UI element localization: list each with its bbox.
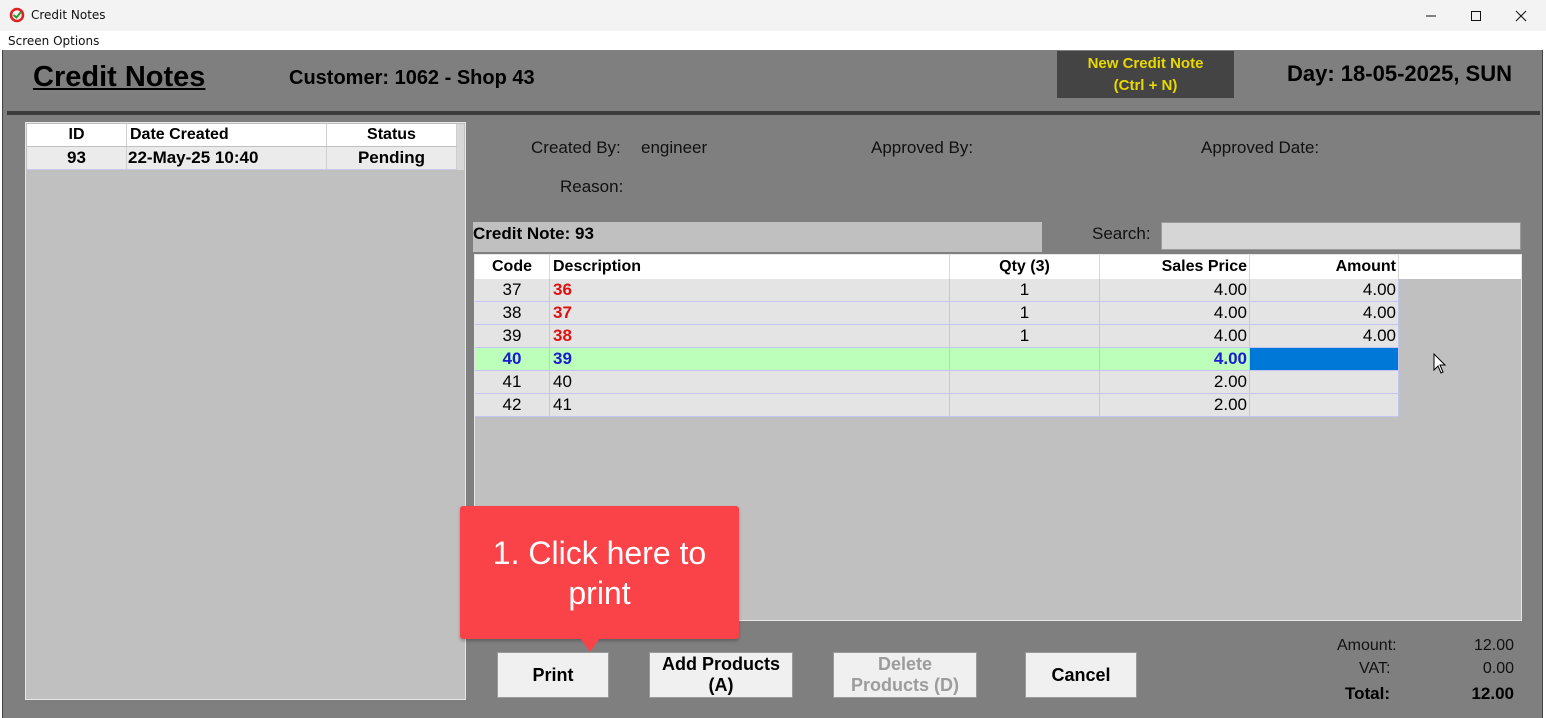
cell-qty[interactable] [950,371,1100,393]
cell-qty[interactable] [950,348,1100,370]
cell-description: 37 [550,302,950,324]
cell-description: 38 [550,325,950,347]
window-title: Credit Notes [31,8,106,22]
created-by-label: Created By: [531,138,621,157]
col-sales-price: Sales Price [1100,255,1250,279]
new-credit-note-label-2: (Ctrl + N) [1113,76,1178,94]
approved-by-label: Approved By: [871,138,974,157]
cell-sales-price: 2.00 [1100,371,1250,393]
list-cell-date: 22-May-25 10:40 [127,147,327,169]
list-header: ID Date Created Status [27,124,457,146]
cell-sales-price: 4.00 [1100,348,1250,370]
delete-products-label-2: Products (D) [851,675,959,695]
cell-qty[interactable]: 1 [950,302,1100,324]
col-code: Code [475,255,550,279]
col-qty: Qty (3) [950,255,1100,279]
cell-amount: 4.00 [1250,279,1399,301]
reason-label: Reason: [560,177,624,196]
cell-description: 41 [550,394,950,416]
cell-amount: 4.00 [1250,302,1399,324]
add-products-button[interactable]: Add Products (A) [649,652,793,698]
delete-products-button[interactable]: Delete Products (D) [833,652,977,698]
search-input[interactable] [1161,222,1521,250]
list-col-status: Status [327,124,457,146]
credit-note-bar: Credit Note: 93 [473,222,1042,252]
list-scrollbar[interactable] [457,124,464,170]
created-by-value: engineer [641,138,708,157]
table-row[interactable]: 39 38 1 4.00 4.00 [475,325,1399,348]
cancel-button[interactable]: Cancel [1025,652,1137,698]
table-row[interactable]: 37 36 1 4.00 4.00 [475,279,1399,302]
cell-sales-price: 4.00 [1100,325,1250,347]
table-row[interactable]: 38 37 1 4.00 4.00 [475,302,1399,325]
mouse-cursor-icon [1433,352,1447,380]
cell-description: 39 [550,348,950,370]
callout-line-2: print [568,574,631,611]
add-products-label-2: (A) [708,675,734,695]
cell-code: 40 [475,348,550,370]
list-cell-status: Pending [327,147,457,169]
cell-description: 40 [550,371,950,393]
vat-value: 0.00 [1482,660,1514,677]
add-products-label-1: Add Products [661,654,780,674]
cell-amount [1250,394,1399,416]
menu-bar [0,31,1546,50]
maximize-button[interactable] [1453,0,1499,31]
callout-pointer [580,638,600,652]
amount-total-value: 12.00 [1473,637,1514,654]
new-credit-note-label-1: New Credit Note [1087,54,1204,72]
print-button[interactable]: Print [497,652,609,698]
print-button-label: Print [532,664,574,685]
cell-code: 37 [475,279,550,301]
list-row[interactable]: 93 22-May-25 10:40 Pending [27,147,457,170]
cell-code: 41 [475,371,550,393]
cancel-button-label: Cancel [1051,664,1111,685]
cell-code: 42 [475,394,550,416]
cell-code: 38 [475,302,550,324]
col-description: Description [550,255,950,279]
cell-sales-price: 4.00 [1100,279,1250,301]
cell-qty[interactable]: 1 [950,279,1100,301]
table-row[interactable]: 42 41 2.00 [475,394,1399,417]
approved-date-label: Approved Date: [1201,138,1320,157]
minimize-button[interactable] [1408,0,1454,31]
credit-note-label: Credit Note: 93 [473,224,594,243]
vat-label: VAT: [1359,660,1391,677]
search-label: Search: [1092,224,1151,243]
delete-products-label-1: Delete [877,654,933,674]
grand-total-label: Total: [1345,684,1391,703]
list-cell-id: 93 [27,147,127,169]
cell-qty[interactable]: 1 [950,325,1100,347]
cell-qty[interactable] [950,394,1100,416]
callout-line-1: 1. Click here to [492,534,707,571]
cell-code: 39 [475,325,550,347]
cell-amount-selected[interactable] [1250,348,1399,370]
app-logo-icon [9,7,25,23]
cell-description: 36 [550,279,950,301]
table-row[interactable]: 41 40 2.00 [475,371,1399,394]
close-button[interactable] [1498,0,1544,31]
col-amount: Amount [1250,255,1399,279]
grid-header: Code Description Qty (3) Sales Price Amo… [475,255,1521,279]
list-col-date: Date Created [127,124,327,146]
cell-sales-price: 4.00 [1100,302,1250,324]
day-label: Day: 18-05-2025, SUN [1287,61,1513,86]
cell-sales-price: 2.00 [1100,394,1250,416]
list-col-id: ID [27,124,127,146]
credit-note-list [25,122,466,700]
title-bar [0,0,1546,31]
amount-total-label: Amount: [1337,637,1397,654]
cell-amount [1250,371,1399,393]
page-title: Credit Notes [33,61,206,93]
header-divider [7,111,1540,115]
cell-amount: 4.00 [1250,325,1399,347]
new-credit-note-button[interactable]: New Credit Note (Ctrl + N) [1057,51,1234,98]
customer-label: Customer: 1062 - Shop 43 [289,67,535,89]
grand-total-value: 12.00 [1471,684,1514,703]
print-callout: 1. Click here to print [460,506,739,639]
table-row-selected[interactable]: 40 39 4.00 [475,348,1399,371]
menu-screen-options[interactable]: Screen Options [8,34,99,48]
